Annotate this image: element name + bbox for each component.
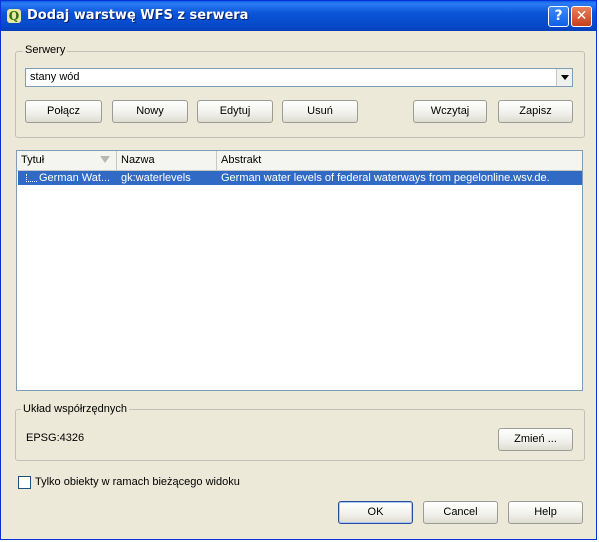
new-button[interactable]: Nowy	[112, 100, 188, 123]
row-name: gk:waterlevels	[121, 172, 191, 184]
row-abstract: German water levels of federal waterways…	[221, 172, 550, 184]
crs-value: EPSG:4326	[26, 432, 85, 444]
server-select-value: stany wód	[30, 71, 80, 83]
column-header-name[interactable]: Nazwa	[117, 151, 217, 170]
close-button[interactable]: ✕	[571, 6, 592, 27]
table-header: Tytuł Nazwa Abstrakt	[17, 151, 582, 171]
ok-button[interactable]: OK	[338, 501, 413, 524]
delete-button[interactable]: Usuń	[282, 100, 358, 123]
help-button[interactable]: Help	[508, 501, 583, 524]
column-header-title-label: Tytuł	[21, 154, 45, 166]
load-button[interactable]: Wczytaj	[413, 100, 487, 123]
sort-icon	[100, 156, 110, 163]
column-header-abstract[interactable]: Abstrakt	[217, 151, 582, 170]
chevron-down-icon[interactable]	[556, 69, 572, 86]
current-view-checkbox-label[interactable]: Tylko obiekty w ramach bieżącego widoku	[35, 476, 240, 488]
save-button[interactable]: Zapisz	[498, 100, 573, 123]
row-title: German Wat...	[39, 172, 111, 184]
column-header-title[interactable]: Tytuł	[17, 151, 117, 170]
edit-button[interactable]: Edytuj	[197, 100, 273, 123]
crs-group-label: Układ współrzędnych	[21, 403, 129, 415]
servers-group-label: Serwery	[23, 44, 68, 56]
title-bar[interactable]: Q Dodaj warstwę WFS z serwera ? ✕	[1, 1, 596, 31]
servers-group	[15, 51, 585, 138]
wfs-dialog: Q Dodaj warstwę WFS z serwera ? ✕ Serwer…	[0, 0, 597, 540]
window-title: Dodaj warstwę WFS z serwera	[27, 8, 249, 23]
qgis-icon: Q	[7, 9, 21, 23]
layers-table[interactable]: Tytuł Nazwa Abstrakt German Wat... gk:wa…	[16, 150, 583, 391]
change-crs-button[interactable]: Zmień ...	[498, 428, 573, 451]
tree-branch-icon	[26, 174, 37, 182]
connect-button[interactable]: Połącz	[25, 100, 102, 123]
cancel-button[interactable]: Cancel	[423, 501, 498, 524]
server-select[interactable]: stany wód	[25, 68, 573, 87]
help-title-button[interactable]: ?	[548, 6, 569, 27]
current-view-checkbox[interactable]	[18, 476, 31, 489]
table-row[interactable]: German Wat... gk:waterlevels German wate…	[18, 171, 582, 185]
